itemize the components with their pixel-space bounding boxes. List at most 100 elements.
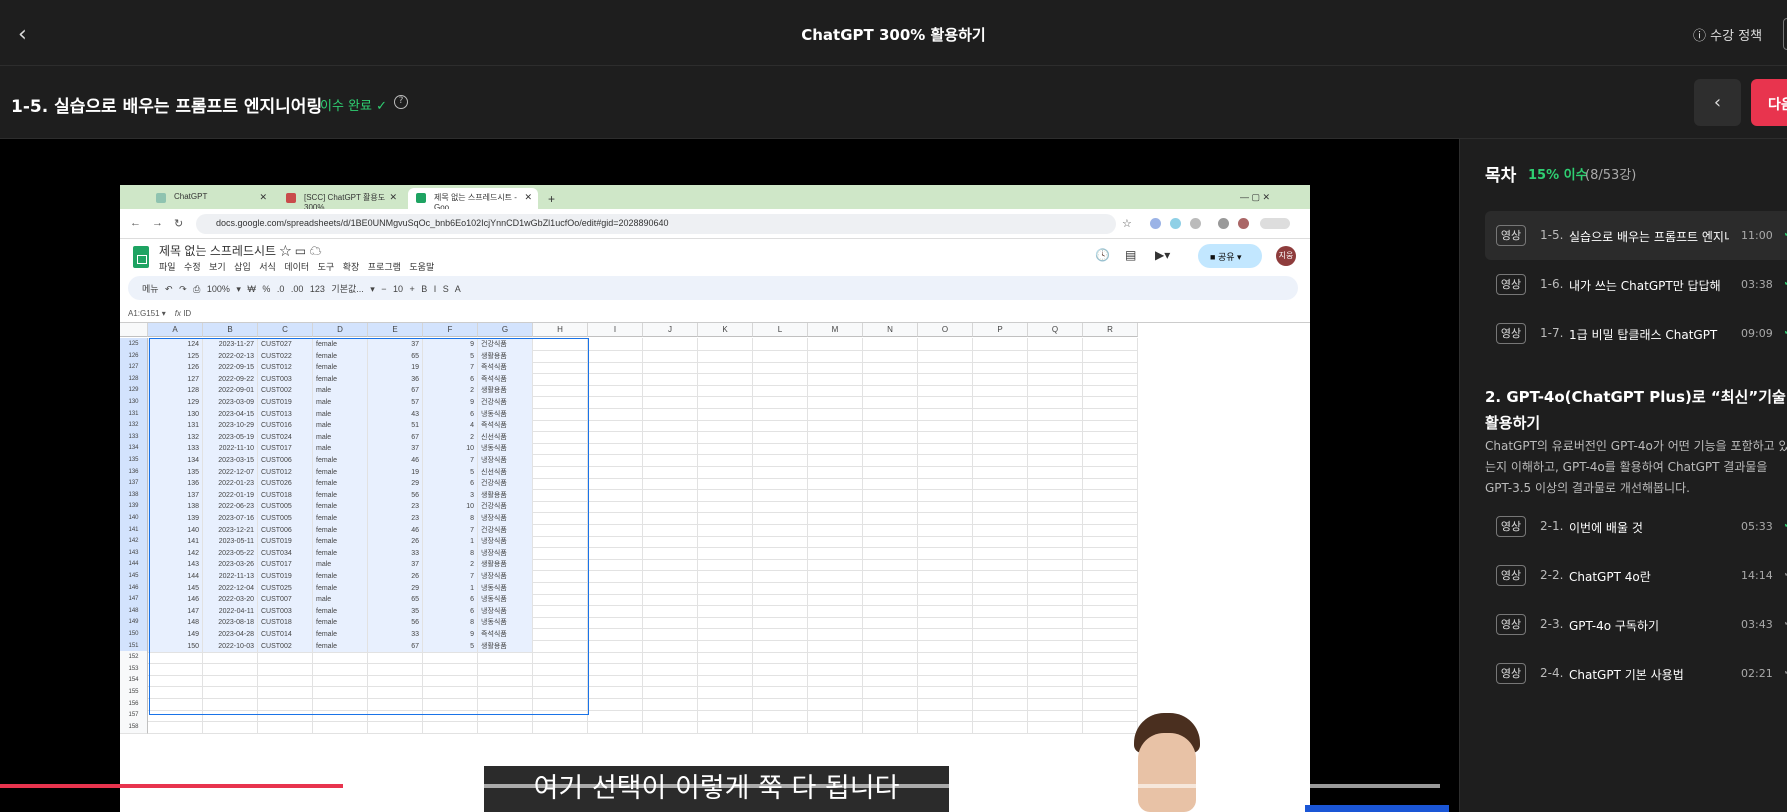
- cell[interactable]: [148, 720, 203, 734]
- toc-item[interactable]: 영상 2-3. GPT-4o 구독하기 03:43 ✓: [1485, 600, 1787, 649]
- column-header[interactable]: F: [423, 323, 478, 337]
- column-header[interactable]: N: [863, 323, 918, 337]
- browser-tab-active[interactable]: 제목 없는 스프레드시트 - Goo... ✕: [408, 188, 538, 212]
- browser-tab[interactable]: ChatGPT ✕: [148, 188, 273, 209]
- column-header[interactable]: M: [808, 323, 863, 337]
- lesson-title: 실습으로 배우는 프롬프트 엔지니어링: [1569, 230, 1729, 244]
- sheets-toolbar[interactable]: 메뉴 ↶ ↷ ⎙ 100% ▾ ₩ % .0 .00 123 기본값... ▾ …: [128, 276, 1298, 300]
- column-header[interactable]: P: [973, 323, 1028, 337]
- next-lecture-button[interactable]: 다음: [1751, 79, 1787, 126]
- toc-title: 목차: [1485, 166, 1517, 186]
- cell[interactable]: [643, 720, 698, 734]
- toc-item[interactable]: 영상 2-2. ChatGPT 4o란 14:14 ✓: [1485, 551, 1787, 600]
- lesson-duration: 02:21: [1741, 667, 1773, 680]
- cell[interactable]: [918, 720, 973, 734]
- column-header[interactable]: K: [698, 323, 753, 337]
- lesson-duration: 03:43: [1741, 618, 1773, 631]
- toc-item[interactable]: 영상 1-5. 실습으로 배우는 프롬프트 엔지니어링 11:00 ✓: [1485, 211, 1787, 260]
- cell[interactable]: [753, 720, 808, 734]
- browser-tab[interactable]: [SCC] ChatGPT 활용도 300% ... ✕: [278, 188, 403, 212]
- column-header[interactable]: I: [588, 323, 643, 337]
- close-icon[interactable]: ✕: [259, 192, 267, 203]
- lecture-title: 1-5. 실습으로 배우는 프롬프트 엔지니어링: [11, 97, 323, 117]
- name-box[interactable]: A1:G151: [128, 309, 160, 318]
- cell[interactable]: [368, 720, 423, 734]
- star-icon[interactable]: ☆: [1122, 217, 1132, 230]
- cell[interactable]: [808, 720, 863, 734]
- cell[interactable]: [863, 720, 918, 734]
- new-tab-icon[interactable]: +: [540, 188, 562, 209]
- column-header[interactable]: G: [478, 323, 533, 337]
- sheets-logo-icon[interactable]: [133, 246, 149, 268]
- column-header[interactable]: A: [148, 323, 203, 337]
- cell[interactable]: [203, 720, 258, 734]
- cell[interactable]: [1028, 720, 1083, 734]
- cell[interactable]: [423, 720, 478, 734]
- column-header[interactable]: R: [1083, 323, 1138, 337]
- extension-icon[interactable]: [1170, 218, 1181, 229]
- avatar[interactable]: 지웅: [1276, 246, 1296, 266]
- close-icon[interactable]: ✕: [524, 192, 532, 203]
- toc-item[interactable]: 영상 2-4. ChatGPT 기본 사용법 02:21 ✓: [1485, 649, 1787, 698]
- cell[interactable]: [973, 720, 1028, 734]
- cell[interactable]: [698, 720, 753, 734]
- column-header[interactable]: H: [533, 323, 588, 337]
- lesson-number: 2-1.: [1540, 519, 1564, 533]
- star-icon[interactable]: ☆: [279, 244, 291, 258]
- toc-item[interactable]: 영상 2-1. 이번에 배울 것 05:33 ✓: [1485, 502, 1787, 551]
- column-header[interactable]: O: [918, 323, 973, 337]
- reload-icon[interactable]: ↻: [174, 217, 183, 230]
- folder-icon[interactable]: ▭: [295, 244, 306, 258]
- presenter-video: [1128, 713, 1210, 812]
- sheets-header: 제목 없는 스프레드시트 ☆ ▭ ☁ 파일 수정 보기 삽입 서식 데이터 도구…: [120, 239, 1310, 275]
- lesson-title: 내가 쓰는 ChatGPT만 답답해: [1569, 279, 1721, 293]
- lesson-number: 1-7.: [1540, 326, 1564, 340]
- puzzle-icon[interactable]: [1190, 218, 1201, 229]
- window-controls[interactable]: — ▢ ✕: [1230, 188, 1310, 209]
- lesson-title: 이번에 배울 것: [1569, 521, 1643, 535]
- video-badge: 영상: [1496, 516, 1526, 537]
- profile-icon[interactable]: [1238, 218, 1249, 229]
- help-icon[interactable]: ?: [394, 95, 408, 109]
- share-button[interactable]: ■ 공유 ▾: [1198, 244, 1262, 268]
- column-header[interactable]: B: [203, 323, 258, 337]
- lesson-number: 1-5.: [1540, 228, 1564, 242]
- url-field[interactable]: docs.google.com/spreadsheets/d/1BE0UNMgv…: [196, 214, 1116, 234]
- forward-arrow-icon[interactable]: →: [152, 217, 163, 229]
- video-badge: 영상: [1496, 323, 1526, 344]
- prev-lecture-button[interactable]: ‹: [1694, 79, 1741, 126]
- cell[interactable]: [533, 720, 588, 734]
- policy-link[interactable]: ⓘ 수강 정책: [1693, 25, 1762, 44]
- video-progress-bar[interactable]: [0, 784, 1440, 788]
- formula-input[interactable]: ID: [183, 309, 191, 318]
- sheets-menu[interactable]: 파일 수정 보기 삽입 서식 데이터 도구 확장 프로그램 도움말: [159, 260, 434, 273]
- video-player[interactable]: ChatGPT ✕ [SCC] ChatGPT 활용도 300% ... ✕ 제목 …: [0, 139, 1459, 812]
- column-header[interactable]: E: [368, 323, 423, 337]
- tab-favicon-icon: [156, 193, 166, 203]
- column-header[interactable]: L: [753, 323, 808, 337]
- column-header[interactable]: D: [313, 323, 368, 337]
- back-arrow-icon[interactable]: ←: [130, 217, 141, 229]
- cell[interactable]: [588, 720, 643, 734]
- close-icon[interactable]: ✕: [389, 192, 397, 203]
- history-icon[interactable]: 🕓: [1095, 248, 1110, 262]
- address-bar: ← → ↻ docs.google.com/spreadsheets/d/1BE…: [120, 209, 1310, 239]
- column-header[interactable]: J: [643, 323, 698, 337]
- column-header[interactable]: C: [258, 323, 313, 337]
- cell[interactable]: [258, 720, 313, 734]
- toc-item[interactable]: 영상 1-7. 1급 비밀 탑클래스 ChatGPT 09:09 ✓: [1485, 309, 1787, 358]
- comment-icon[interactable]: ▤: [1125, 248, 1136, 262]
- menu-button[interactable]: [1783, 18, 1787, 50]
- toc-item[interactable]: 영상 1-6. 내가 쓰는 ChatGPT만 답답해 03:38 ✓: [1485, 260, 1787, 309]
- meet-icon[interactable]: ▶▾: [1155, 248, 1170, 262]
- document-title[interactable]: 제목 없는 스프레드시트 ☆ ▭ ☁: [159, 242, 321, 259]
- cell[interactable]: [313, 720, 368, 734]
- row-number[interactable]: 158: [120, 720, 148, 734]
- extension-icon[interactable]: [1150, 218, 1161, 229]
- cell[interactable]: [478, 720, 533, 734]
- select-all-corner[interactable]: [120, 323, 148, 337]
- browser-menu-icon[interactable]: [1260, 218, 1290, 229]
- download-icon[interactable]: [1218, 218, 1229, 229]
- column-header[interactable]: Q: [1028, 323, 1083, 337]
- video-badge: 영상: [1496, 225, 1526, 246]
